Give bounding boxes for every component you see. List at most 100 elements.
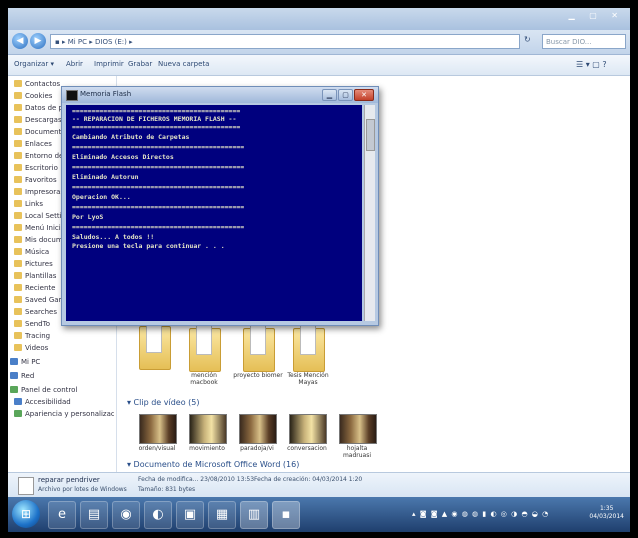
sidebar-item-control-panel[interactable]: Panel de control (10, 384, 110, 396)
command-toolbar: Organizar ▾ Abrir Imprimir Grabar Nueva … (8, 55, 630, 76)
explorer-window-controls[interactable]: ▁ ▢ ✕ (569, 11, 625, 20)
folder-icon (14, 152, 22, 159)
file-explorer-icon[interactable]: ▤ (80, 501, 108, 529)
document-icon (196, 323, 212, 355)
folder-item[interactable] (139, 321, 171, 370)
view-options-button[interactable]: ☰ ▾ ▢ ? (576, 60, 607, 69)
console-line: ========================================… (72, 143, 245, 151)
print-button[interactable]: Imprimir (94, 60, 124, 68)
document-icon (300, 323, 316, 355)
taskbar-clock[interactable]: 1:35 04/03/2014 (589, 505, 624, 521)
folder-icon (14, 284, 22, 291)
folder-icon (14, 320, 22, 327)
window-switch-icon[interactable]: ▥ (240, 501, 268, 529)
video-thumbnail[interactable] (289, 414, 327, 444)
address-bar: ◀ ▶ ▪ ▸ Mi PC ▸ DIOS (E:) ▸ ↻ Buscar DIO… (8, 30, 630, 55)
console-title-bar[interactable]: Memoria Flash ▁ ▢ ✕ (62, 87, 378, 103)
organize-button[interactable]: Organizar ▾ (14, 60, 54, 68)
forward-arrow-icon[interactable]: ▶ (30, 33, 46, 49)
close-button[interactable]: ✕ (354, 89, 374, 101)
video-thumbnail[interactable] (189, 414, 227, 444)
sidebar-item-network[interactable]: Red (10, 370, 110, 382)
accessibility-icon (14, 398, 22, 405)
computer-icon (10, 358, 18, 365)
video-thumbnail[interactable] (139, 414, 177, 444)
app-icon[interactable]: ▦ (208, 501, 236, 529)
chrome-icon[interactable]: ◐ (144, 501, 172, 529)
folder-icon (14, 176, 22, 183)
firefox-icon[interactable]: ◉ (112, 501, 140, 529)
details-created: Fecha de creación: 04/03/2014 1:20 (254, 476, 363, 483)
console-line: Eliminado Autorun (72, 173, 139, 181)
sidebar-item[interactable]: Tracing (14, 330, 114, 342)
console-window-controls: ▁ ▢ ✕ (321, 89, 374, 101)
back-arrow-icon[interactable]: ◀ (12, 33, 28, 49)
maximize-button[interactable]: ▢ (338, 89, 353, 101)
folder-icon (14, 248, 22, 255)
open-button[interactable]: Abrir (66, 60, 83, 68)
console-line: Operacion OK... (72, 193, 131, 201)
command-prompt-icon[interactable]: ▪ (272, 501, 300, 529)
console-line: -- REPARACION DE FICHEROS MEMORIA FLASH … (72, 115, 237, 123)
details-modified: Fecha de modifica... 23/08/2010 13:53 (138, 476, 255, 483)
explorer-title-bar[interactable]: ▁ ▢ ✕ (8, 8, 630, 30)
document-icon (250, 323, 266, 355)
console-line: Cambiando Atributo de Carpetas (72, 133, 190, 141)
sidebar-item-accessibility[interactable]: Accesibilidad (14, 396, 114, 408)
console-line: Eliminado Accesos Directos (72, 153, 174, 161)
system-tray[interactable]: ▴ ◙ ◙ ▲ ◉ ◍ ◍ ▮ ◐ ◎ ◑ ◓ ◒ ◔ (412, 510, 549, 518)
folder-icon (14, 260, 22, 267)
folder-label: Tesis Mención Mayas (287, 372, 329, 386)
folder-item[interactable] (189, 323, 221, 372)
folder-icon (14, 200, 22, 207)
console-output[interactable]: ========================================… (66, 105, 362, 321)
desktop-screen: ▁ ▢ ✕ ◀ ▶ ▪ ▸ Mi PC ▸ DIOS (E:) ▸ ↻ Busc… (8, 8, 630, 532)
burn-button[interactable]: Grabar (128, 60, 152, 68)
details-size: Tamaño: 831 bytes (138, 486, 196, 493)
minimize-button[interactable]: ▁ (322, 89, 337, 101)
console-line: ========================================… (72, 223, 245, 231)
folder-icon (14, 116, 22, 123)
details-pane: reparar pendriver Archivo por lotes de W… (8, 472, 630, 497)
appearance-icon (14, 410, 22, 417)
address-field[interactable]: ▪ ▸ Mi PC ▸ DIOS (E:) ▸ (50, 34, 520, 49)
console-title: Memoria Flash (80, 90, 132, 98)
clock-time: 1:35 (599, 505, 614, 512)
video-label: movimiento (189, 445, 225, 452)
folder-icon (14, 188, 22, 195)
console-line: ========================================… (72, 163, 245, 171)
batch-file-icon (18, 477, 34, 495)
video-label: hojalta madruasi (342, 445, 372, 459)
internet-explorer-icon[interactable]: e (48, 501, 76, 529)
group-header-word[interactable]: ▾ Documento de Microsoft Office Word (16… (127, 460, 299, 469)
new-folder-button[interactable]: Nueva carpeta (158, 60, 209, 68)
folder-icon (14, 128, 22, 135)
details-filetype: Archivo por lotes de Windows (38, 486, 127, 493)
control-panel-icon (10, 386, 18, 393)
console-line: Saludos... A todos !! (72, 233, 155, 241)
command-prompt-icon (66, 90, 78, 101)
sidebar-item-computer[interactable]: Mi PC (10, 356, 110, 368)
sidebar-item[interactable]: Videos (14, 342, 114, 354)
media-player-icon[interactable]: ▣ (176, 501, 204, 529)
refresh-icon[interactable]: ↻ (524, 35, 531, 44)
group-header-video[interactable]: ▾ Clip de vídeo (5) (127, 398, 199, 407)
search-input[interactable]: Buscar DIO... (542, 34, 626, 49)
folder-icon (14, 80, 22, 87)
start-button[interactable]: ⊞ (12, 500, 40, 528)
console-scrollbar[interactable] (364, 105, 375, 321)
folder-item[interactable] (243, 323, 275, 372)
scroll-thumb[interactable] (366, 119, 375, 151)
folder-icon (14, 272, 22, 279)
sidebar-item-appearance[interactable]: Apariencia y personalización (14, 408, 114, 420)
folder-icon (14, 332, 22, 339)
console-window[interactable]: Memoria Flash ▁ ▢ ✕ ======================… (61, 86, 379, 326)
console-line: Presione una tecla para continuar . . . (72, 242, 225, 250)
folder-icon (14, 308, 22, 315)
folder-item[interactable] (293, 323, 325, 372)
video-label: conversacion (287, 445, 327, 452)
video-thumbnail[interactable] (339, 414, 377, 444)
folder-icon (14, 104, 22, 111)
network-icon (10, 372, 18, 379)
video-thumbnail[interactable] (239, 414, 277, 444)
